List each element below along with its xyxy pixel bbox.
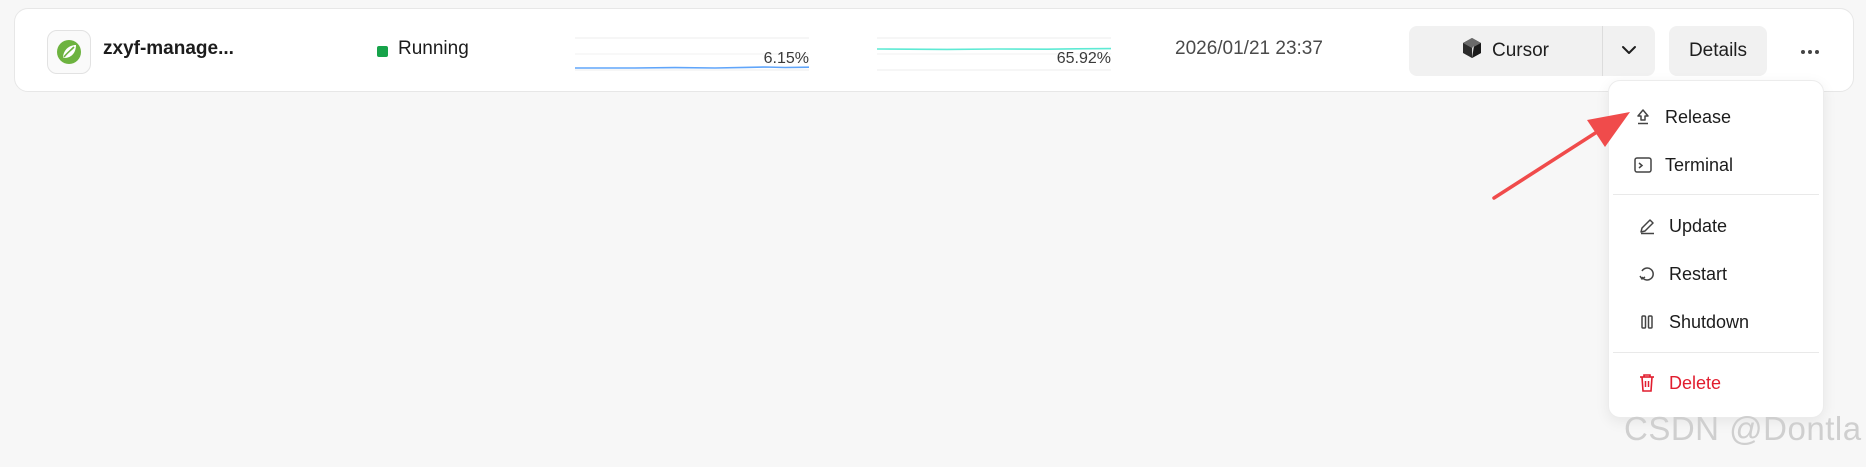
- menu-item-delete[interactable]: Delete: [1609, 363, 1849, 403]
- more-horizontal-icon: [1800, 42, 1820, 60]
- app-name[interactable]: zxyf-manage...: [103, 38, 234, 60]
- pause-icon: [1635, 310, 1659, 334]
- terminal-icon: [1631, 153, 1655, 177]
- restart-icon: [1635, 262, 1659, 286]
- open-with-cursor-button[interactable]: Cursor: [1409, 26, 1655, 76]
- menu-item-label: Release: [1665, 106, 1732, 127]
- open-with-dropdown[interactable]: [1603, 26, 1655, 76]
- spring-app-icon: [47, 30, 91, 74]
- menu-item-update[interactable]: Update: [1609, 206, 1849, 246]
- trash-icon: [1635, 371, 1659, 395]
- menu-divider: [1613, 194, 1819, 195]
- details-button[interactable]: Details: [1669, 26, 1767, 76]
- menu-item-terminal[interactable]: Terminal: [1609, 145, 1845, 185]
- memory-value: 65.92%: [1056, 50, 1111, 67]
- menu-item-label: Restart: [1669, 263, 1728, 284]
- menu-item-label: Update: [1669, 215, 1728, 236]
- menu-item-label: Shutdown: [1669, 311, 1750, 332]
- cpu-sparkline: 6.15%: [575, 37, 809, 71]
- menu-item-release[interactable]: Release: [1609, 97, 1845, 137]
- pencil-icon: [1635, 214, 1659, 238]
- menu-item-shutdown[interactable]: Shutdown: [1609, 302, 1849, 342]
- release-icon: [1631, 105, 1655, 129]
- timestamp: 2026/01/21 23:37: [1175, 38, 1323, 59]
- menu-divider: [1613, 352, 1819, 353]
- menu-item-label: Terminal: [1665, 154, 1734, 175]
- cursor-logo-icon: [1462, 37, 1482, 65]
- open-in-cursor[interactable]: Cursor: [1409, 26, 1602, 76]
- memory-sparkline: 65.92%: [877, 37, 1111, 71]
- watermark: CSDN @Dontla: [1624, 410, 1862, 447]
- menu-item-restart[interactable]: Restart: [1609, 254, 1849, 294]
- cursor-label: Cursor: [1491, 40, 1549, 61]
- status-indicator: [377, 46, 388, 57]
- chevron-down-icon: [1621, 42, 1637, 60]
- cpu-value: 6.15%: [763, 50, 809, 67]
- menu-item-label: Delete: [1669, 372, 1722, 393]
- more-actions-button[interactable]: [1785, 26, 1835, 76]
- actions-menu: Release Terminal Update Restart Shutdown…: [1608, 80, 1824, 418]
- app-row: zxyf-manage... Running 6.15% 65.92% 2026…: [14, 8, 1854, 92]
- status-text: Running: [398, 38, 469, 59]
